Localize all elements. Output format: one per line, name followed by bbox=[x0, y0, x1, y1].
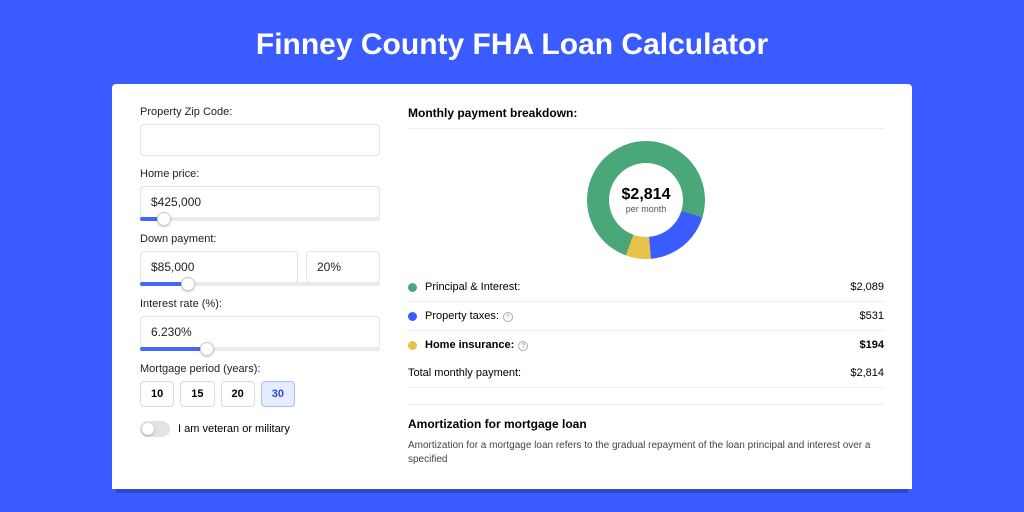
period-button-30[interactable]: 30 bbox=[261, 381, 295, 407]
amortization-section: Amortization for mortgage loan Amortizat… bbox=[408, 404, 884, 467]
home-price-input[interactable] bbox=[140, 186, 380, 218]
slider-thumb-icon[interactable] bbox=[157, 212, 171, 226]
down-payment-pct-input[interactable] bbox=[306, 251, 380, 283]
home-price-field: Home price: bbox=[140, 168, 380, 221]
legend-dot-icon bbox=[408, 341, 417, 350]
breakdown-row: Home insurance:? $194 bbox=[408, 331, 884, 359]
breakdown-row-value: $531 bbox=[860, 310, 884, 322]
slider-thumb-icon[interactable] bbox=[181, 277, 195, 291]
info-icon[interactable]: ? bbox=[518, 341, 528, 351]
breakdown-row-value: $194 bbox=[860, 339, 884, 351]
breakdown-row: Property taxes:? $531 bbox=[408, 302, 884, 331]
home-price-slider[interactable] bbox=[140, 217, 380, 221]
donut-center: $2,814 per month bbox=[609, 163, 683, 237]
mortgage-period-field: Mortgage period (years): 1015 2030 bbox=[140, 363, 380, 407]
interest-rate-field: Interest rate (%): bbox=[140, 298, 380, 351]
down-payment-field: Down payment: bbox=[140, 233, 380, 286]
interest-rate-slider[interactable] bbox=[140, 347, 380, 351]
toggle-knob-icon bbox=[142, 423, 154, 435]
veteran-toggle[interactable] bbox=[140, 421, 170, 437]
total-row: Total monthly payment: $2,814 bbox=[408, 359, 884, 388]
interest-rate-label: Interest rate (%): bbox=[140, 298, 380, 310]
down-payment-slider[interactable] bbox=[140, 282, 380, 286]
breakdown-title: Monthly payment breakdown: bbox=[408, 106, 884, 129]
breakdown-row-label: Property taxes: bbox=[425, 310, 499, 322]
calculator-panel: Property Zip Code: Home price: Down paym… bbox=[112, 84, 912, 489]
legend-dot-icon bbox=[408, 283, 417, 292]
home-price-label: Home price: bbox=[140, 168, 380, 180]
breakdown-row-value: $2,089 bbox=[850, 281, 884, 293]
veteran-toggle-row: I am veteran or military bbox=[140, 421, 380, 437]
breakdown-column: Monthly payment breakdown: $2,814 per mo… bbox=[408, 106, 884, 467]
amortization-text: Amortization for a mortgage loan refers … bbox=[408, 439, 884, 467]
period-button-10[interactable]: 10 bbox=[140, 381, 174, 407]
donut-amount: $2,814 bbox=[622, 186, 671, 204]
down-payment-label: Down payment: bbox=[140, 233, 380, 245]
form-column: Property Zip Code: Home price: Down paym… bbox=[140, 106, 380, 467]
period-button-20[interactable]: 20 bbox=[221, 381, 255, 407]
total-label: Total monthly payment: bbox=[408, 367, 521, 379]
legend-dot-icon bbox=[408, 312, 417, 321]
mortgage-period-label: Mortgage period (years): bbox=[140, 363, 380, 375]
breakdown-row: Principal & Interest: $2,089 bbox=[408, 273, 884, 302]
amortization-title: Amortization for mortgage loan bbox=[408, 417, 884, 431]
zip-input[interactable] bbox=[140, 124, 380, 156]
interest-rate-input[interactable] bbox=[140, 316, 380, 348]
down-payment-input[interactable] bbox=[140, 251, 298, 283]
breakdown-row-label: Home insurance: bbox=[425, 339, 514, 351]
slider-thumb-icon[interactable] bbox=[200, 342, 214, 356]
breakdown-row-label: Principal & Interest: bbox=[425, 281, 520, 293]
veteran-label: I am veteran or military bbox=[178, 423, 290, 435]
period-button-15[interactable]: 15 bbox=[180, 381, 214, 407]
info-icon[interactable]: ? bbox=[503, 312, 513, 322]
donut-chart: $2,814 per month bbox=[408, 141, 884, 259]
zip-field: Property Zip Code: bbox=[140, 106, 380, 156]
donut-sublabel: per month bbox=[626, 204, 667, 214]
zip-label: Property Zip Code: bbox=[140, 106, 380, 118]
page-title: Finney County FHA Loan Calculator bbox=[0, 0, 1024, 84]
total-value: $2,814 bbox=[850, 367, 884, 379]
